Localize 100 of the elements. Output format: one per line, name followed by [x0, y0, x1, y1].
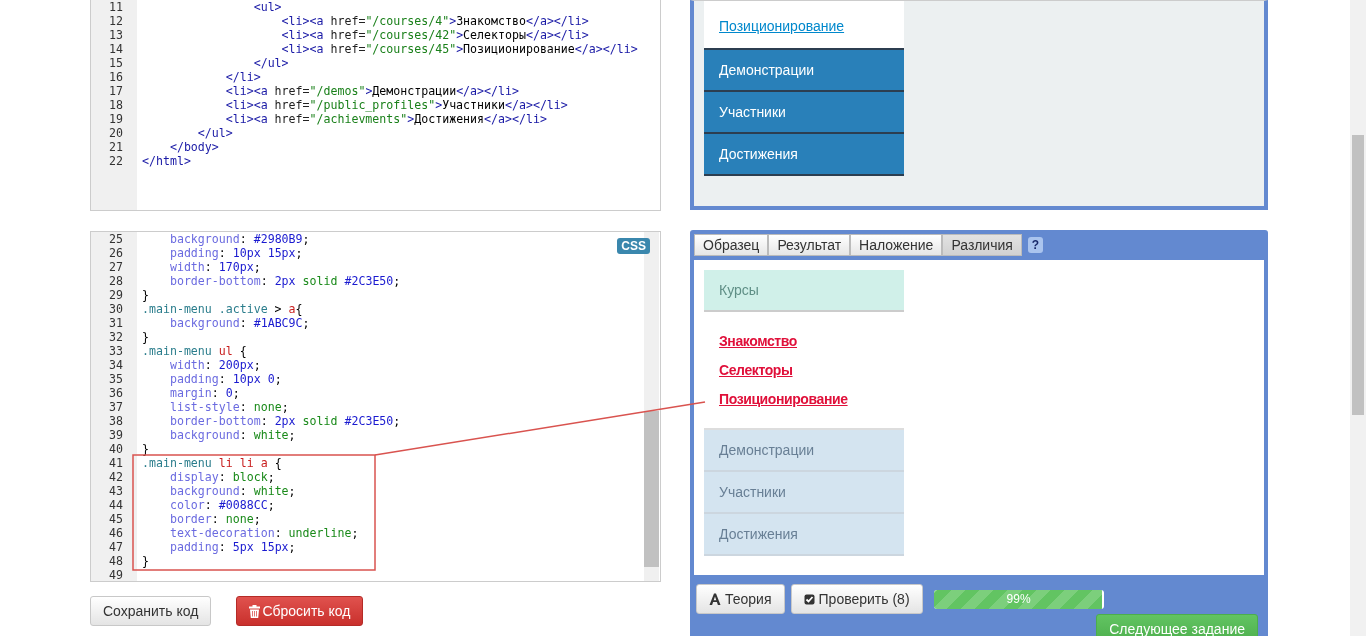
- line-number: 35: [108, 372, 123, 386]
- line-number: 39: [108, 428, 123, 442]
- code-line: }: [142, 330, 149, 344]
- line-number: 43: [108, 484, 123, 498]
- code-line: .main-menu .active > a{: [142, 302, 303, 316]
- page-scrollbar[interactable]: [1350, 0, 1366, 636]
- code-line: background: #2980B9;: [168, 232, 310, 246]
- progress-label: 99%: [1006, 592, 1031, 606]
- line-number: 34: [108, 358, 123, 372]
- line-number: 28: [108, 274, 123, 288]
- html-editor[interactable]: [90, 0, 661, 211]
- code-line: margin: 0;: [168, 386, 240, 400]
- menu-item[interactable]: Участники: [704, 472, 904, 514]
- code-line: border-bottom: 2px solid #2C3E50;: [168, 414, 401, 428]
- line-number: 48: [108, 554, 123, 568]
- code-line: .main-menu li li a {: [142, 456, 282, 470]
- line-number: 19: [108, 112, 123, 126]
- tab[interactable]: Наложение: [850, 234, 943, 256]
- line-number: 45: [108, 512, 123, 526]
- line-number: 20: [108, 126, 123, 140]
- menu-item[interactable]: Демонстрации: [704, 50, 904, 92]
- trash-icon: [249, 604, 261, 618]
- code-line: <li><a href="/demos">Демонстрации</a></li>: [224, 84, 519, 98]
- help-button[interactable]: ?: [1027, 237, 1043, 253]
- menu-link[interactable]: Знакомство: [704, 327, 904, 356]
- code-line: </ul>: [252, 56, 289, 70]
- code-line: border: none;: [168, 512, 261, 526]
- menu-item[interactable]: Достижения: [704, 134, 904, 176]
- line-number: 49: [108, 568, 123, 581]
- line-number: 42: [108, 470, 123, 484]
- reset-code-button[interactable]: Сбросить код: [236, 596, 364, 626]
- code-line: .main-menu ul {: [142, 344, 247, 358]
- menu-item[interactable]: Участники: [704, 92, 904, 134]
- code-line: </html>: [142, 154, 191, 168]
- line-number: 11: [108, 0, 123, 14]
- line-number: 46: [108, 526, 123, 540]
- code-line: padding: 10px 0;: [168, 372, 282, 386]
- menu-item[interactable]: Достижения: [704, 514, 904, 556]
- menu-link[interactable]: Позиционирование: [704, 385, 904, 414]
- next-task-button[interactable]: Следующее задание: [1096, 614, 1258, 636]
- line-number: 47: [108, 540, 123, 554]
- line-number: 30: [108, 302, 123, 316]
- code-line: }: [142, 554, 149, 568]
- line-number: 31: [108, 316, 123, 330]
- line-number: 12: [108, 14, 123, 28]
- code-line: display: block;: [168, 470, 275, 484]
- line-number: 17: [108, 84, 123, 98]
- line-number: 26: [108, 246, 123, 260]
- code-line: <li><a href="/courses/4">Знакомство</a></li>: [280, 14, 589, 28]
- code-line: width: 170px;: [168, 260, 261, 274]
- tab[interactable]: Образец: [694, 234, 769, 256]
- code-line: <ul>: [252, 0, 282, 14]
- code-line: <li><a href="/public_profiles">Участники</a></li>: [224, 98, 568, 112]
- code-line: background: #1ABC9C;: [168, 316, 310, 330]
- scrollbar[interactable]: [644, 232, 659, 581]
- line-number: 37: [108, 400, 123, 414]
- language-badge: CSS: [617, 238, 650, 254]
- checkbox-icon: [803, 593, 815, 605]
- line-number: 40: [108, 442, 123, 456]
- line-number: 33: [108, 344, 123, 358]
- save-code-button[interactable]: Сохранить код: [90, 596, 212, 626]
- line-number: 14: [108, 42, 123, 56]
- line-number: 21: [108, 140, 123, 154]
- code-line: background: white;: [168, 484, 296, 498]
- code-line: border-bottom: 2px solid #2C3E50;: [168, 274, 401, 288]
- check-button[interactable]: Проверить (8): [790, 584, 923, 614]
- code-line: <li><a href="/courses/45">Позиционирование</a></li>: [280, 42, 638, 56]
- theory-button[interactable]: Теория: [696, 584, 785, 614]
- code-line: </ul>: [196, 126, 233, 140]
- tab[interactable]: Результат: [768, 234, 851, 256]
- font-icon: [709, 593, 721, 605]
- line-number: 29: [108, 288, 123, 302]
- code-line: }: [142, 442, 149, 456]
- code-line: color: #0088CC;: [168, 498, 275, 512]
- code-line: width: 200px;: [168, 358, 261, 372]
- code-line: }: [142, 288, 149, 302]
- code-line: </body>: [168, 140, 219, 154]
- code-line: text-decoration: underline;: [168, 526, 359, 540]
- menu-item[interactable]: Демонстрации: [704, 430, 904, 472]
- code-line: </li>: [224, 70, 261, 84]
- line-number: 38: [108, 414, 123, 428]
- line-number: 32: [108, 330, 123, 344]
- code-line: background: white;: [168, 428, 296, 442]
- line-number: 36: [108, 386, 123, 400]
- code-line: <li><a href="/courses/42">Селекторы</a></li>: [280, 28, 589, 42]
- code-line: <li><a href="/achievments">Достижения</a></li>: [224, 112, 547, 126]
- line-number: 22: [108, 154, 123, 168]
- line-number: 25: [108, 232, 123, 246]
- line-number: 41: [108, 456, 123, 470]
- line-number: 18: [108, 98, 123, 112]
- menu-item[interactable]: Курсы: [704, 270, 904, 312]
- tab[interactable]: Различия: [942, 234, 1022, 256]
- line-number: 16: [108, 70, 123, 84]
- menu-link[interactable]: Селекторы: [704, 356, 904, 385]
- code-line: list-style: none;: [168, 400, 289, 414]
- code-line: padding: 10px 15px;: [168, 246, 303, 260]
- css-editor[interactable]: [90, 231, 661, 582]
- line-number: 27: [108, 260, 123, 274]
- menu-link[interactable]: Позиционирование: [704, 17, 904, 36]
- line-number: 15: [108, 56, 123, 70]
